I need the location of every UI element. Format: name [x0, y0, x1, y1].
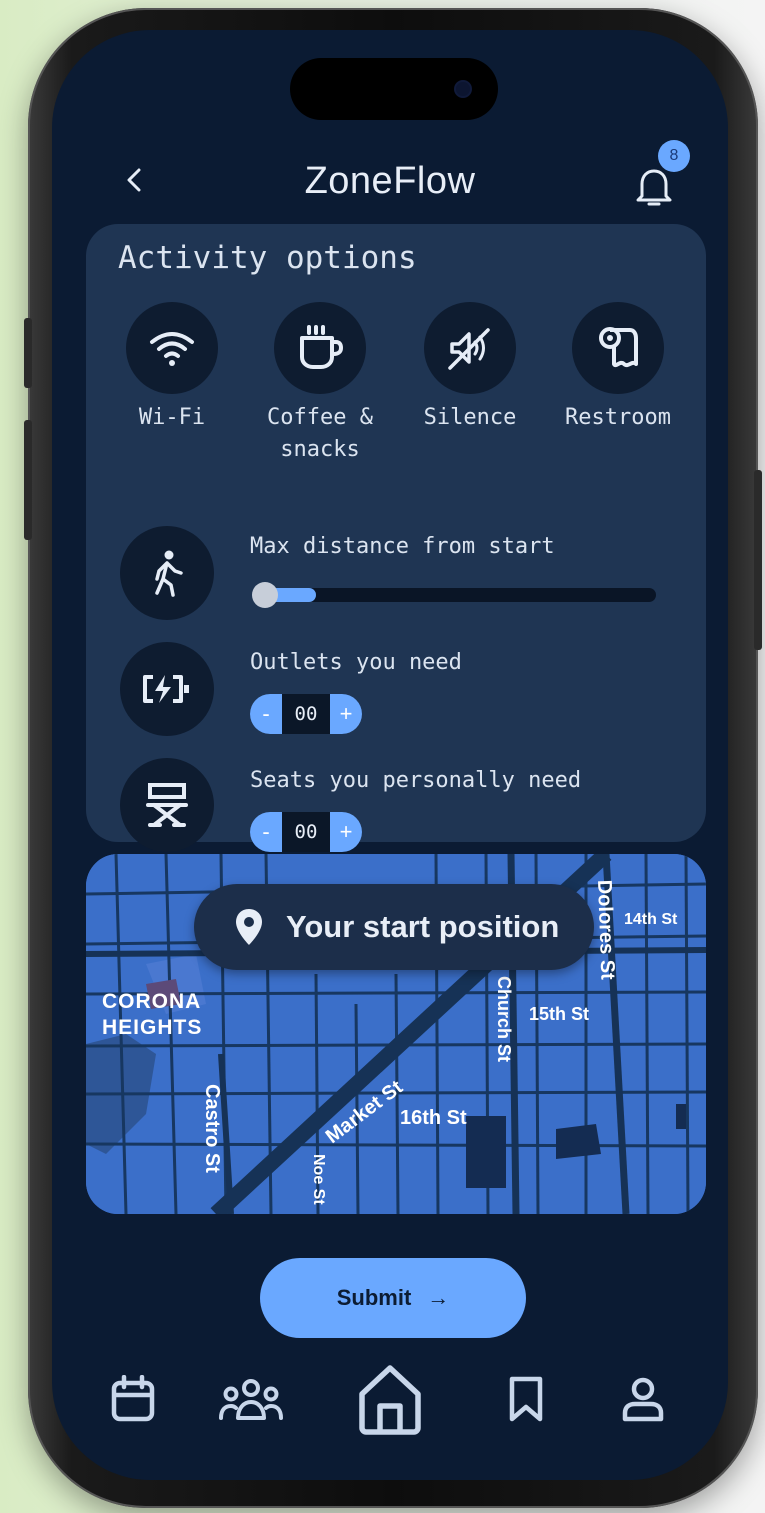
dynamic-island — [290, 58, 498, 120]
outlets-decrement-button[interactable]: - — [250, 694, 282, 734]
map-label-15th: 15th St — [529, 1004, 589, 1024]
seats-decrement-button[interactable]: - — [250, 812, 282, 852]
app-title: ZoneFlow — [304, 160, 476, 202]
amenity-wifi[interactable]: Wi-Fi — [102, 302, 242, 434]
home-icon — [359, 1365, 421, 1435]
walking-icon — [155, 550, 183, 597]
front-camera — [456, 82, 470, 96]
map-label-dolores: Dolores St — [593, 879, 618, 980]
amenity-label: Coffee & snacks — [267, 405, 373, 462]
nav-calendar[interactable] — [106, 1372, 160, 1426]
outlets-filter: Outlets you need - 00 + — [120, 642, 700, 742]
amenity-silence-circle — [424, 302, 516, 394]
nav-profile[interactable] — [620, 1372, 666, 1426]
outlets-increment-button[interactable]: + — [330, 694, 362, 734]
distance-filter: Max distance from start — [120, 526, 700, 626]
side-button — [24, 420, 32, 540]
seats-label: Seats you personally need — [250, 768, 582, 793]
map-label-church: Church St — [494, 976, 514, 1062]
amenity-label: Wi-Fi — [138, 405, 206, 430]
map-label-noe: Noe St — [310, 1154, 327, 1205]
map-label-corona: CORONA — [102, 990, 201, 1013]
submit-button[interactable]: Submit → — [260, 1258, 526, 1338]
seats-icon-circle — [120, 758, 214, 852]
charging-icon — [143, 675, 189, 703]
bookmark-icon — [509, 1376, 543, 1422]
location-pin-icon — [236, 909, 262, 945]
start-position-label: Your start position — [286, 909, 560, 944]
distance-label: Max distance from start — [250, 534, 555, 559]
seats-filter: Seats you personally need - 00 + — [120, 758, 700, 858]
profile-icon — [622, 1377, 664, 1422]
calendar-icon — [111, 1375, 155, 1422]
toilet-paper-icon — [599, 327, 638, 368]
nav-community[interactable] — [216, 1372, 286, 1426]
map-view[interactable]: CORONA HEIGHTS Market St Church St Dolor… — [86, 854, 706, 1214]
outlets-label: Outlets you need — [250, 650, 462, 675]
map-label-16th: 16th St — [400, 1107, 467, 1129]
coffee-icon — [300, 325, 344, 369]
wifi-icon — [150, 332, 194, 366]
group-icon — [219, 1379, 283, 1420]
start-position-pill[interactable]: Your start position — [194, 884, 594, 970]
distance-slider[interactable] — [252, 582, 656, 608]
bottom-navigation — [52, 1360, 728, 1440]
submit-label: Submit — [336, 1285, 412, 1310]
amenity-restroom-circle — [572, 302, 664, 394]
seats-increment-button[interactable]: + — [330, 812, 362, 852]
amenity-wifi-circle — [126, 302, 218, 394]
map-label-heights: HEIGHTS — [102, 1016, 202, 1039]
amenity-silence[interactable]: Silence — [400, 302, 540, 434]
activity-options-card: Activity options Wi-Fi Coffee & snacks S… — [86, 224, 706, 852]
nav-saved[interactable] — [506, 1372, 546, 1426]
amenity-label: Restroom — [565, 405, 671, 430]
side-button — [24, 318, 32, 388]
amenity-label: Silence — [423, 405, 517, 430]
amenity-coffee[interactable]: Coffee & snacks — [250, 302, 390, 466]
map-label-castro: Castro St — [201, 1084, 223, 1173]
nav-home[interactable] — [352, 1360, 428, 1438]
card-title: Activity options — [118, 240, 417, 276]
outlets-icon-circle — [120, 642, 214, 736]
silence-icon — [448, 328, 490, 370]
amenity-restroom[interactable]: Restroom — [548, 302, 688, 434]
seats-stepper: - 00 + — [250, 812, 362, 852]
outlets-stepper: - 00 + — [250, 694, 362, 734]
seats-value[interactable]: 00 — [282, 821, 330, 843]
side-button — [754, 470, 762, 650]
amenity-coffee-circle — [274, 302, 366, 394]
distance-slider-thumb[interactable] — [252, 582, 278, 608]
map-label-14th: 14th St — [624, 911, 678, 928]
app-header: ZoneFlow — [52, 150, 728, 214]
app-screen: ZoneFlow 8 Activity options Wi-Fi Coffee… — [52, 30, 728, 1480]
distance-icon-circle — [120, 526, 214, 620]
notification-badge: 8 — [658, 140, 690, 172]
outlets-value[interactable]: 00 — [282, 703, 330, 725]
director-chair-icon — [146, 783, 188, 827]
arrow-right-icon: → — [427, 1285, 450, 1310]
